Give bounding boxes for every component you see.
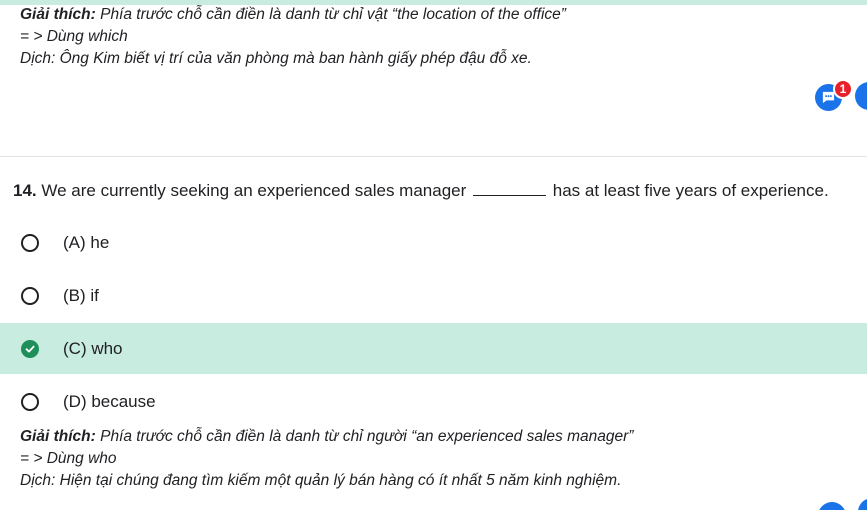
floating-action-button[interactable] xyxy=(858,498,867,510)
explanation-translation: Dịch: Ông Kim biết vị trí của văn phòng … xyxy=(20,50,532,67)
option-label: (B) if xyxy=(63,285,99,305)
explanation-use-line: = > Dùng which xyxy=(20,28,128,45)
radio-icon[interactable] xyxy=(21,286,39,305)
question-text-after: has at least five years of experience. xyxy=(548,181,829,200)
explanation-line: Giải thích: Phía trước chỗ cần điền là d… xyxy=(20,4,566,26)
explanation-text: Phía trước chỗ cần điền là danh từ chỉ n… xyxy=(95,428,634,445)
floating-action-button[interactable] xyxy=(818,502,846,510)
checkmark-icon xyxy=(25,345,35,352)
explanation-text: Phía trước chỗ cần điền là danh từ chỉ v… xyxy=(95,6,566,23)
option-label: (C) who xyxy=(63,338,123,358)
chat-badge: 1 xyxy=(833,79,853,99)
side-action-button[interactable] xyxy=(855,82,867,110)
check-circle-icon[interactable] xyxy=(21,339,39,358)
option-a[interactable]: (A) he xyxy=(0,217,867,268)
option-b[interactable]: (B) if xyxy=(0,270,867,321)
radio-icon[interactable] xyxy=(21,392,39,411)
previous-explanation: Giải thích: Phía trước chỗ cần điền là d… xyxy=(20,4,566,70)
question-text-before: We are currently seeking an experienced … xyxy=(36,181,467,200)
explanation-translation: Dịch: Hiện tại chúng đang tìm kiếm một q… xyxy=(20,472,622,489)
question-divider xyxy=(0,156,867,157)
explanation-line: Giải thích: Phía trước chỗ cần điền là d… xyxy=(20,426,633,448)
option-label: (D) because xyxy=(63,391,156,411)
explanation-label: Giải thích: xyxy=(20,6,96,23)
question-stem: 14. We are currently seeking an experien… xyxy=(13,180,829,202)
option-label: (A) he xyxy=(63,232,110,252)
answer-blank xyxy=(473,181,547,196)
option-d[interactable]: (D) because xyxy=(0,376,867,427)
question-number: 14. xyxy=(13,181,37,200)
explanation-label: Giải thích: xyxy=(20,428,96,445)
answer-explanation: Giải thích: Phía trước chỗ cần điền là d… xyxy=(20,426,633,492)
radio-icon[interactable] xyxy=(21,233,39,252)
option-c[interactable]: (C) who xyxy=(0,323,867,374)
explanation-use-line: = > Dùng who xyxy=(20,450,117,467)
